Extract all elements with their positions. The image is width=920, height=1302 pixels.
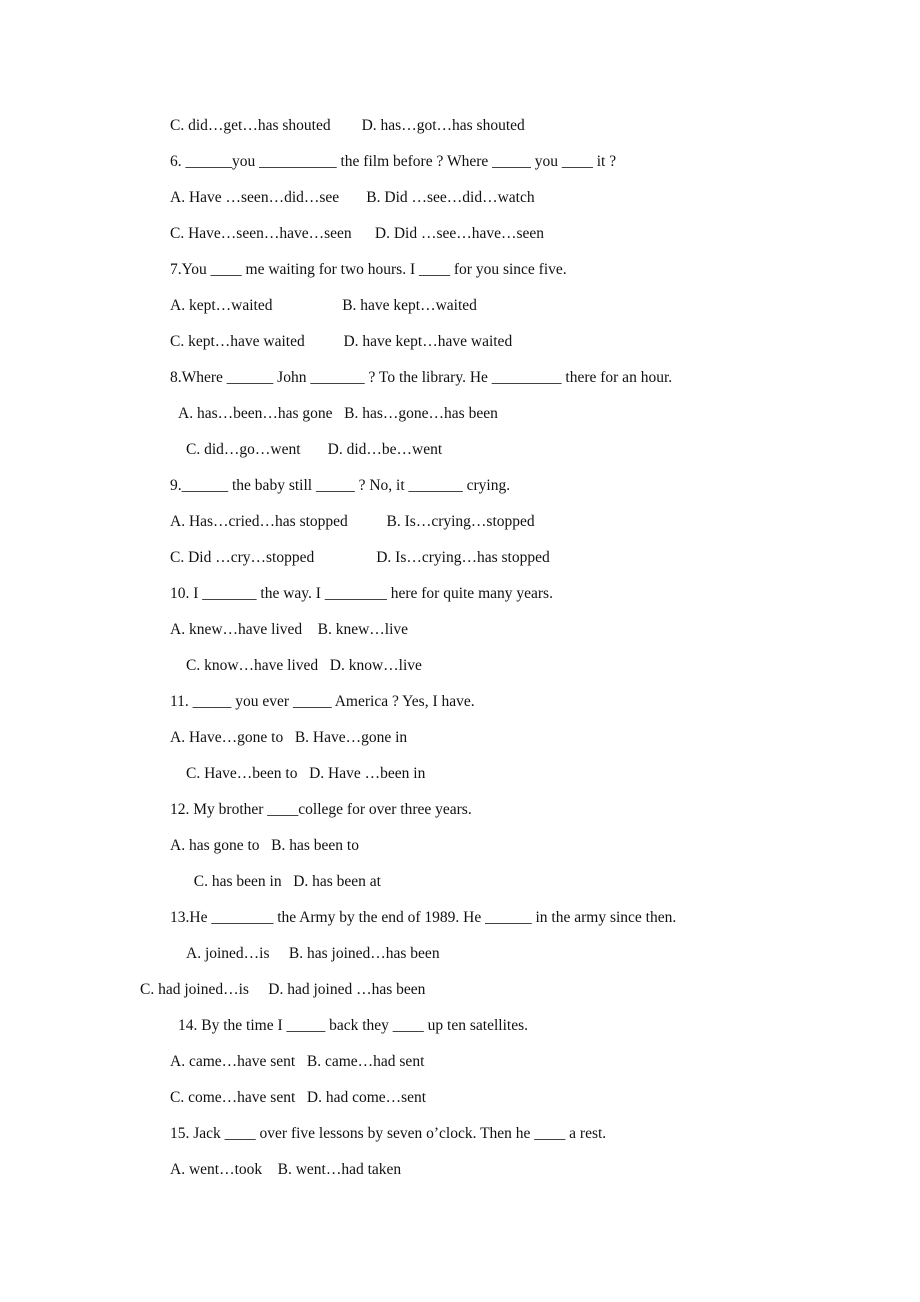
worksheet-line-q13-stem: 13.He ________ the Army by the end of 19… [170, 909, 677, 926]
worksheet-line-q10-stem: 10. I _______ the way. I ________ here f… [170, 585, 553, 602]
document-page: C. did…get…has shouted D. has…got…has sh… [0, 0, 920, 1302]
worksheet-line-q12-opt-ab: A. has gone to B. has been to [170, 837, 359, 854]
worksheet-line-q12-opt-cd: C. has been in D. has been at [186, 873, 381, 890]
worksheet-body: C. did…get…has shouted D. has…got…has sh… [0, 108, 920, 1188]
worksheet-line-q12-stem: 12. My brother ____college for over thre… [170, 801, 472, 818]
worksheet-line-q6-opt-cd: C. Have…seen…have…seen D. Did …see…have…… [170, 225, 545, 242]
worksheet-line-q11-stem: 11. _____ you ever _____ America ? Yes, … [170, 693, 475, 710]
worksheet-line-q7-opt-ab: A. kept…waited B. have kept…waited [170, 297, 477, 314]
worksheet-line-q7-stem: 7.You ____ me waiting for two hours. I _… [170, 261, 567, 278]
worksheet-line-q13-opt-ab: A. joined…is B. has joined…has been [186, 945, 440, 962]
worksheet-line-q9-opt-ab: A. Has…cried…has stopped B. Is…crying…st… [170, 513, 535, 530]
worksheet-line-q10-opt-cd: C. know…have lived D. know…live [186, 657, 422, 674]
worksheet-line-q8-stem: 8.Where ______ John _______ ? To the lib… [170, 369, 673, 386]
worksheet-line-q7-opt-cd: C. kept…have waited D. have kept…have wa… [170, 333, 513, 350]
worksheet-line-q10-opt-ab: A. knew…have lived B. knew…live [170, 621, 409, 638]
worksheet-line-q11-opt-ab: A. Have…gone to B. Have…gone in [170, 729, 408, 746]
worksheet-line-q14-opt-ab: A. came…have sent B. came…had sent [170, 1053, 425, 1070]
worksheet-line-q5-opt-cd: C. did…get…has shouted D. has…got…has sh… [170, 117, 525, 134]
worksheet-line-q14-stem: 14. By the time I _____ back they ____ u… [178, 1017, 528, 1034]
worksheet-line-q8-opt-cd: C. did…go…went D. did…be…went [186, 441, 443, 458]
worksheet-line-q9-opt-cd: C. Did …cry…stopped D. Is…crying…has sto… [170, 549, 550, 566]
worksheet-line-q15-opt-ab: A. went…took B. went…had taken [170, 1161, 402, 1178]
worksheet-line-q13-opt-cd: C. had joined…is D. had joined …has been [140, 981, 426, 998]
worksheet-line-q15-stem: 15. Jack ____ over five lessons by seven… [170, 1125, 607, 1142]
worksheet-line-q6-opt-ab: A. Have …seen…did…see B. Did …see…did…wa… [170, 189, 535, 206]
worksheet-line-q11-opt-cd: C. Have…been to D. Have …been in [186, 765, 426, 782]
worksheet-line-q14-opt-cd: C. come…have sent D. had come…sent [170, 1089, 427, 1106]
worksheet-line-q9-stem: 9.______ the baby still _____ ? No, it _… [170, 477, 511, 494]
worksheet-line-q8-opt-ab: A. has…been…has gone B. has…gone…has bee… [178, 405, 498, 422]
worksheet-line-q6-stem: 6. ______you __________ the film before … [170, 153, 617, 170]
